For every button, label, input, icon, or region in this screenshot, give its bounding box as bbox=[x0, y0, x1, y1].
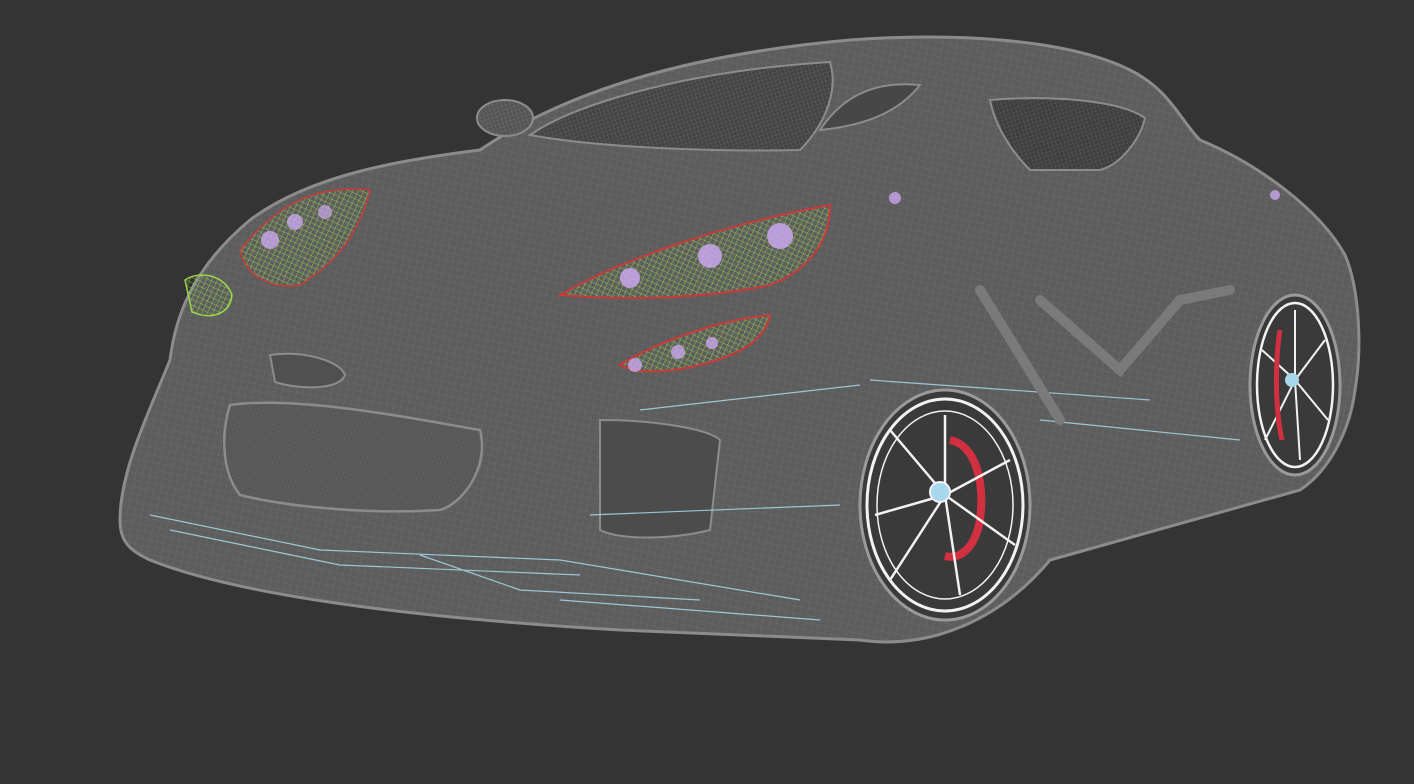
wireframe-render bbox=[118, 35, 1361, 644]
front-wheel bbox=[858, 388, 1032, 622]
3d-viewport[interactable] bbox=[0, 0, 1414, 784]
side-mirror bbox=[476, 99, 534, 137]
rear-wheel bbox=[1248, 293, 1342, 477]
